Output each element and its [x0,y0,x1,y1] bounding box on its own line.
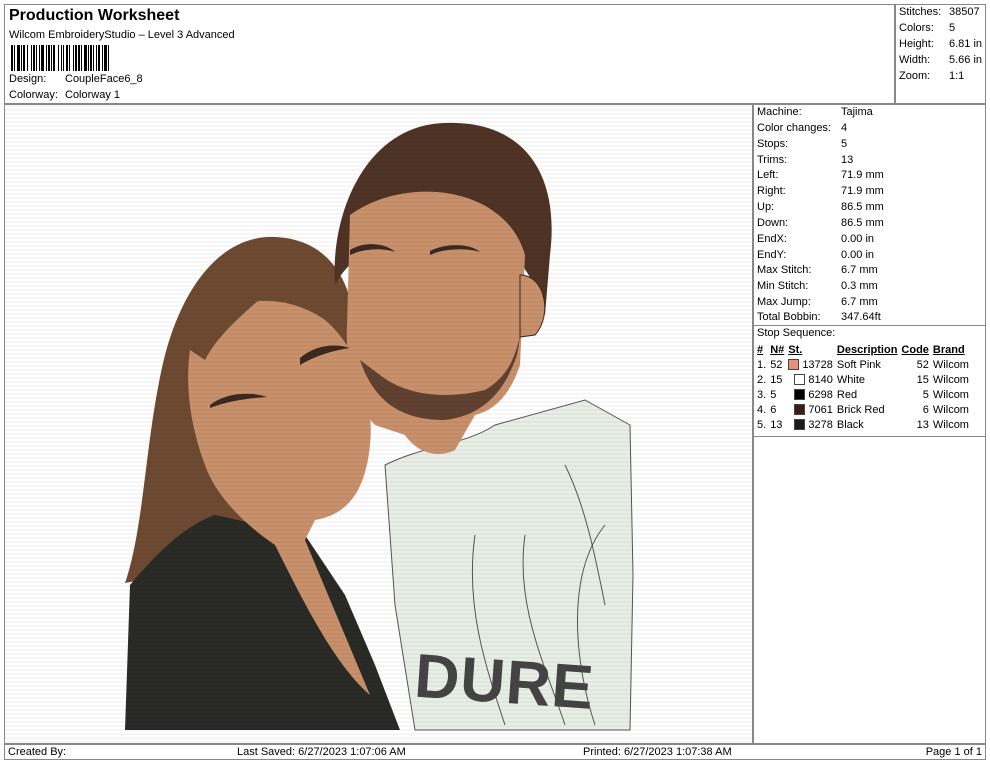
col-brand: Brand [932,343,965,356]
stop-needle: 13 [770,418,783,431]
stop-sequence-title: Stop Sequence: [757,327,836,339]
design-name: CoupleFace6_8 [65,73,143,85]
embroidery-artwork: DURE [5,105,752,743]
stop-description: Brick Red [836,403,885,416]
stop-index: 2. [757,373,767,386]
stop-brand: Wilcom [932,388,969,401]
detail-endx: EndX: 0.00 in [757,233,875,245]
detail-up: Up: 86.5 mm [757,201,884,213]
stop-stitches: 8140 [808,373,833,386]
stop-brand: Wilcom [932,418,969,431]
stat-width: Width: 5.66 in [899,54,983,66]
page-number: Page 1 of 1 [925,746,982,758]
stop-needle: 15 [770,373,783,386]
worksheet-footer: Created By: Last Saved: 6/27/2023 1:07:0… [4,744,986,760]
design-label: Design: [9,73,47,85]
stat-stitches: Stitches: 38507 [899,6,980,18]
stop-stitches: 6298 [808,388,833,401]
colorway-name: Colorway 1 [65,89,121,101]
created-by: Created By: [8,746,67,758]
stop-sequence-bottom-divider [754,436,985,437]
stop-code: 52 [916,358,929,371]
color-swatch [788,359,800,371]
stop-brand: Wilcom [932,403,969,416]
detail-right: Right: 71.9 mm [757,185,884,197]
stat-height: Height: 6.81 in [899,38,983,50]
detail-total-bobbin: Total Bobbin: 347.64ft [757,311,881,323]
page-title: Production Worksheet [9,7,180,24]
stop-stitches: 13728 [802,358,833,371]
detail-down: Down: 86.5 mm [757,217,884,229]
stat-zoom: Zoom: 1:1 [899,70,965,82]
detail-stops: Stops: 5 [757,138,848,150]
stop-index: 5. [757,418,767,431]
machine-details-panel: Machine: Tajima Color changes: 4 Stops: 5 T… [753,104,986,744]
stop-brand: Wilcom [932,358,969,371]
stats-panel: Stitches: 38507 Colors: 5 Height: 6.81 in W… [895,4,986,104]
col-index: # [757,343,764,356]
detail-endy: EndY: 0.00 in [757,249,875,261]
stop-code: 6 [922,403,929,416]
stop-index: 1. [757,358,767,371]
stop-row: 2. 15 8140 White 15 Wilcom [755,372,971,387]
stop-row: 1. 52 13728 Soft Pink 52 Wilcom [755,357,971,372]
stop-needle: 52 [770,358,783,371]
stop-code: 5 [922,388,929,401]
detail-max-jump: Max Jump: 6.7 mm [757,296,878,308]
detail-color-changes: Color changes: 4 [757,122,848,134]
stop-needle: 6 [770,403,777,416]
barcode [11,45,175,71]
stop-description: White [836,373,866,386]
detail-max-stitch: Max Stitch: 6.7 mm [757,264,878,276]
stop-description: Soft Pink [836,358,881,371]
stop-description: Black [836,418,864,431]
stop-index: 3. [757,388,767,401]
color-swatch [794,404,806,416]
design-row: Design: CoupleFace6_8 [9,73,143,85]
colorway-row: Colorway: Colorway 1 [9,89,120,101]
col-code: Code [901,343,929,356]
stop-sequence-header-row: # N# St. Description Code Brand [755,342,971,357]
color-swatch [794,389,806,401]
stop-stitches: 7061 [808,403,833,416]
design-preview: DURE [4,104,753,744]
colorway-label: Colorway: [9,89,58,101]
worksheet-header: Production Worksheet Wilcom EmbroiderySt… [4,4,895,104]
col-stitches: St. [788,343,803,356]
stop-stitches: 3278 [808,418,833,431]
stop-sequence-table: # N# St. Description Code Brand 1. 52 137… [755,342,971,432]
detail-machine: Machine: Tajima [757,106,873,118]
shirt-print-text: DURE [412,642,596,723]
detail-min-stitch: Min Stitch: 0.3 mm [757,280,878,292]
stat-colors: Colors: 5 [899,22,956,34]
stop-row: 5. 13 3278 Black 13 Wilcom [755,417,971,432]
printed-date: Printed: 6/27/2023 1:07:38 AM [583,746,732,758]
stop-row: 3. 5 6298 Red 5 Wilcom [755,387,971,402]
stop-row: 4. 6 7061 Brick Red 6 Wilcom [755,402,971,417]
stop-code: 13 [916,418,929,431]
color-swatch [794,419,806,431]
col-needle: N# [770,343,785,356]
stop-description: Red [836,388,858,401]
last-saved: Last Saved: 6/27/2023 1:07:06 AM [237,746,406,758]
stop-brand: Wilcom [932,373,969,386]
color-swatch [794,374,806,386]
app-subtitle: Wilcom EmbroideryStudio – Level 3 Advanc… [9,29,235,41]
stop-index: 4. [757,403,767,416]
col-description: Description [836,343,898,356]
detail-left: Left: 71.9 mm [757,169,884,181]
stop-code: 15 [916,373,929,386]
detail-trims: Trims: 13 [757,154,854,166]
stop-needle: 5 [770,388,777,401]
woman-jacket [125,515,400,730]
